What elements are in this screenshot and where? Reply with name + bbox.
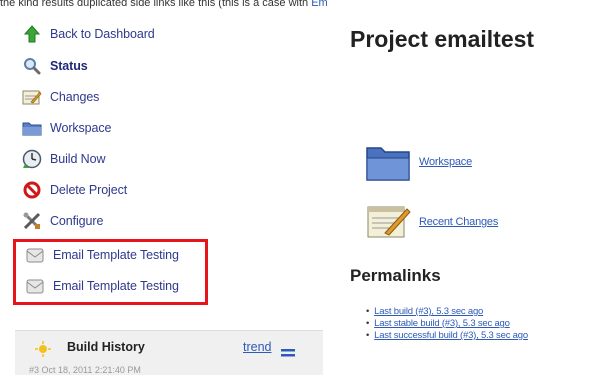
tools-icon (22, 211, 42, 231)
envelope-icon (25, 276, 45, 296)
clock-play-icon (22, 149, 42, 169)
permalink-item[interactable]: • Last stable build (#3), 5.3 sec ago (366, 318, 528, 330)
sidebar-item-email-template-testing[interactable]: Email Template Testing (25, 272, 179, 300)
recent-changes-link[interactable]: Recent Changes (365, 197, 498, 247)
folder-icon (365, 138, 411, 187)
recent-changes-link-label[interactable]: Recent Changes (419, 216, 498, 228)
permalinks-list: • Last build (#3), 5.3 sec ago • Last stab… (366, 306, 528, 342)
main-panel: Project emailtest Workspace Recent Chang… (340, 12, 600, 362)
sidebar-item-label: Changes (50, 90, 100, 104)
top-link[interactable]: Em (311, 0, 328, 9)
notepad-icon (22, 87, 42, 107)
sidebar-item-label: Back to Dashboard (50, 27, 155, 41)
sidebar-item-delete-project[interactable]: Delete Project (22, 176, 127, 204)
top-text: the kind results duplicated side links l… (0, 0, 309, 9)
sidebar-item-label: Configure (50, 214, 104, 228)
page-title: Project emailtest (350, 26, 535, 52)
top-text-fragment: the kind results duplicated side links l… (0, 0, 600, 12)
weather-sun-icon (35, 341, 51, 362)
sidebar-item-build-now[interactable]: Build Now (22, 145, 105, 173)
sidebar: Back to Dashboard Status Changes Workspa… (0, 12, 330, 375)
sidebar-item-label: Delete Project (50, 183, 128, 197)
build-history-row[interactable]: #3 Oct 18, 2011 2:21:40 PM (29, 365, 141, 375)
trend-icon (281, 344, 295, 362)
no-entry-icon (22, 180, 42, 200)
permalink-item[interactable]: • Last build (#3), 5.3 sec ago (366, 306, 528, 318)
sidebar-item-configure[interactable]: Configure (22, 207, 103, 235)
workspace-link-label[interactable]: Workspace (419, 156, 472, 168)
permalinks-heading: Permalinks (350, 266, 441, 285)
sidebar-item-label: Workspace (50, 121, 112, 135)
sidebar-item-workspace[interactable]: Workspace (22, 114, 112, 142)
sidebar-item-label: Email Template Testing (53, 248, 179, 262)
sidebar-item-label: Build Now (50, 152, 106, 166)
sidebar-item-label: Email Template Testing (53, 279, 179, 293)
envelope-icon (25, 245, 45, 265)
build-history-panel: Build History trend #3 Oct 18, 2011 2:21… (15, 330, 323, 375)
sidebar-item-status[interactable]: Status (22, 52, 88, 80)
folder-icon (22, 118, 42, 138)
up-arrow-icon (22, 24, 42, 44)
trend-link[interactable]: trend (243, 340, 272, 354)
search-icon (22, 56, 42, 76)
notepad-icon (365, 199, 411, 246)
build-history-title: Build History (67, 340, 145, 354)
sidebar-item-back-to-dashboard[interactable]: Back to Dashboard (22, 20, 155, 48)
sidebar-item-changes[interactable]: Changes (22, 83, 99, 111)
workspace-link[interactable]: Workspace (365, 137, 472, 187)
permalink-item[interactable]: • Last successful build (#3), 5.3 sec ago (366, 330, 528, 342)
sidebar-item-label: Status (50, 59, 88, 73)
sidebar-item-email-template-testing[interactable]: Email Template Testing (25, 241, 179, 269)
